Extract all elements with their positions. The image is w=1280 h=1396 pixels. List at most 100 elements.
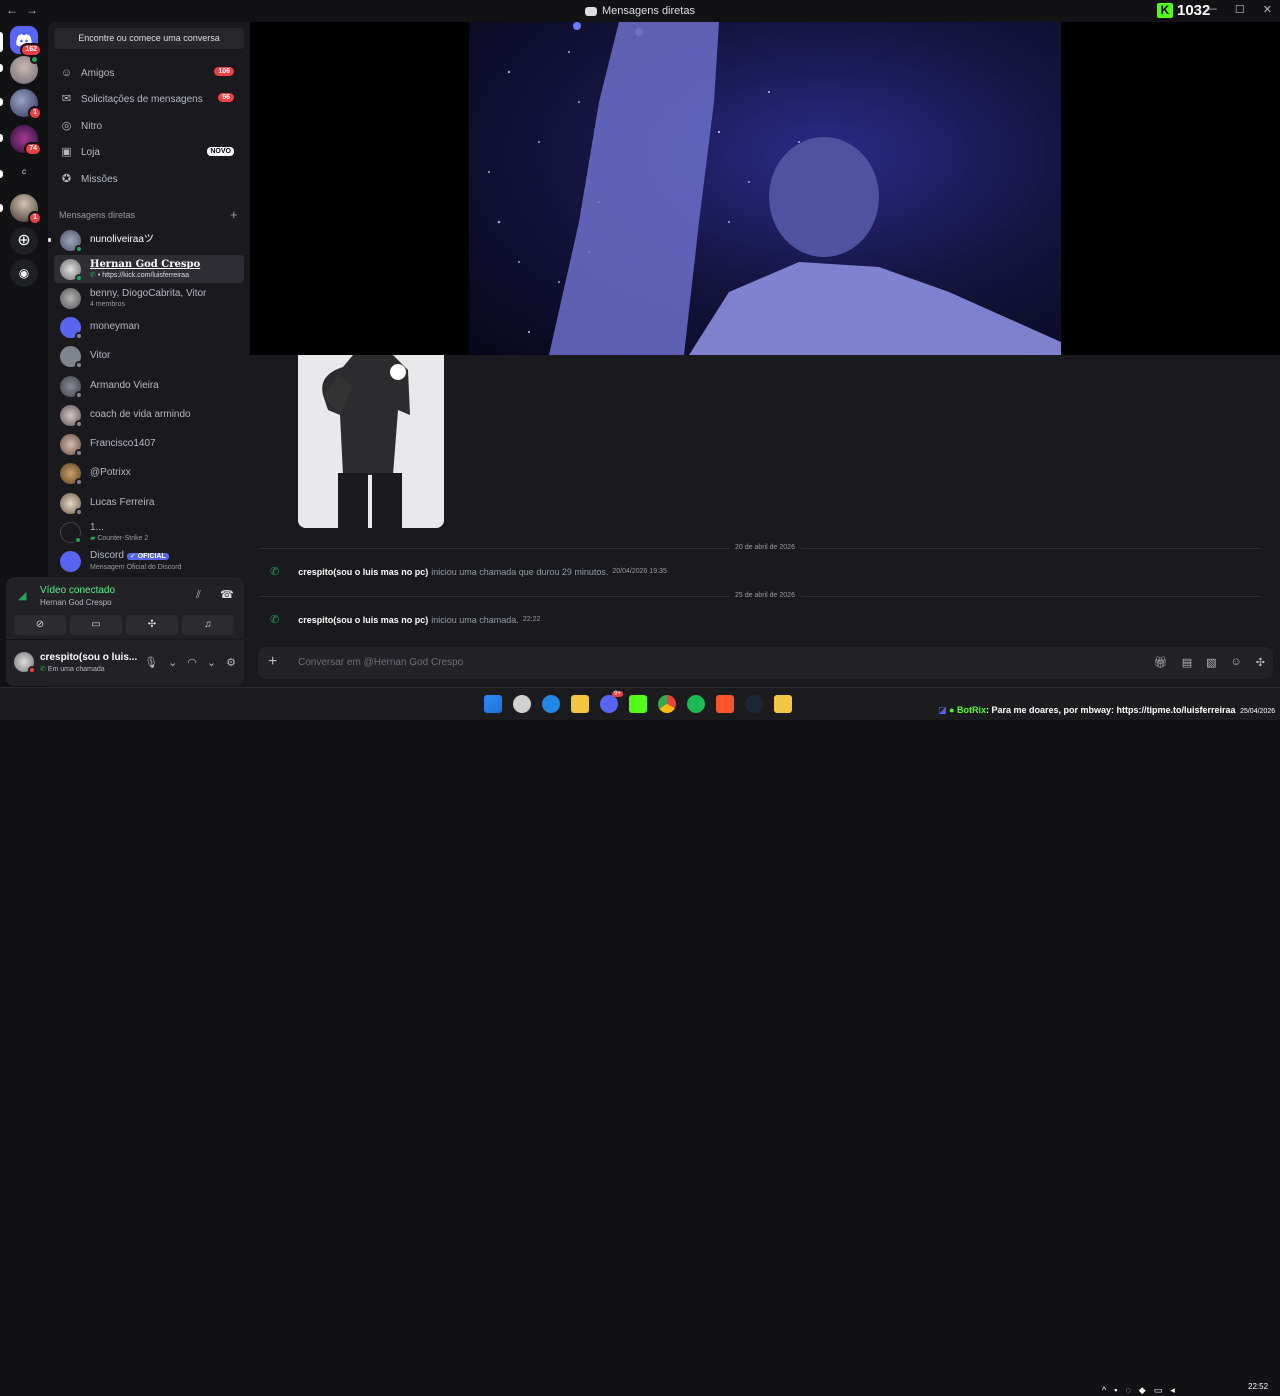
server-icon-4[interactable]: 74 [10,125,42,156]
discord-taskbar-icon[interactable]: 9+ [600,691,623,713]
server-icon-2[interactable] [10,55,39,84]
sticker-icon[interactable]: ▧ [1206,656,1216,669]
botrix-badge-icon: ◪ [938,705,947,715]
server-icon-3[interactable]: 1 [10,89,42,120]
gift-icon[interactable]: 🎁︎ [1154,656,1168,669]
discord-logo-icon [585,6,598,16]
image-attachment[interactable] [298,355,444,528]
nav-shop[interactable]: ▣ Loja NOVO [54,139,244,165]
dm-item[interactable]: Discord ✓ OFICIAL Mensagem Oficial do Dis… [54,547,244,575]
microphone-icon[interactable]: 🎙︎ [144,656,158,669]
dm-item[interactable]: Armando Vieira [54,372,244,400]
dm-item[interactable]: nunoliveiraaツ [48,226,244,254]
nav-message-requests[interactable]: ✉ Solicitações de mensagens 56 [54,86,244,112]
nav-nitro[interactable]: ◎ Nitro [54,113,244,139]
dm-item[interactable]: @Potrixx [54,459,244,487]
minimize-icon[interactable]: — [1206,3,1217,16]
nav-label: Missões [81,173,118,185]
message-input-placeholder[interactable]: Conversar em @Hernan God Crespo [298,657,463,668]
apps-icon[interactable]: ✣ [1256,656,1265,669]
status-online-icon [74,535,82,544]
activities-button[interactable]: ✣ [126,615,178,635]
status-offline-icon [75,419,83,428]
nav-friends[interactable]: ☺ Amigos 106 [54,60,244,86]
explore-servers-button[interactable]: ◉ [10,259,38,287]
avatar [60,521,82,544]
server-icon-6[interactable]: 1 [10,194,42,225]
dm-name: moneyman [90,321,140,332]
unread-dot [48,238,51,242]
app-icon[interactable] [774,695,792,713]
emoji-icon[interactable]: ☺ [1231,656,1242,669]
unread-indicator [0,134,3,142]
dm-item[interactable]: moneyman [54,313,244,341]
start-windows-icon[interactable] [484,695,502,713]
battery-icon[interactable]: ▭ [1154,1385,1163,1396]
dm-item[interactable]: Vitor [54,342,244,370]
steam-icon[interactable] [745,695,763,713]
shop-icon: ▣ [61,145,72,158]
kick-app-icon[interactable] [629,695,647,713]
dm-item[interactable]: coach de vida armindo [54,401,244,429]
soundboard-button[interactable]: ♫ [182,615,234,635]
headphones-icon[interactable]: ◠ [187,656,197,669]
requests-badge: 56 [218,93,234,102]
search-icon[interactable] [513,695,531,713]
server-icon-5[interactable]: c [10,158,38,186]
date-divider: 20 de abril de 2026 [250,544,1280,551]
tray-app-icon[interactable]: ▪ [1114,1385,1117,1396]
taskbar-clock[interactable]: 22:52 [1248,1381,1268,1392]
voice-channel[interactable]: Hernan God Crespo [40,598,112,607]
maximize-icon[interactable]: ☐ [1235,3,1245,16]
date-label: 25 de abril de 2026 [729,592,801,599]
avatar [60,375,83,399]
chevron-down-icon[interactable]: ⌄ [168,656,177,669]
screen-share-button[interactable]: ▭ [70,615,122,635]
dm-item-selected[interactable]: Hernan God Crespo ✆ • https://kick.com/l… [54,255,244,283]
message-author[interactable]: crespito(sou o luis mas no pc) [298,615,428,625]
botrix-name: BotRix [956,705,986,715]
file-explorer-icon[interactable] [571,695,589,713]
status-offline-icon [75,448,83,457]
add-server-button[interactable]: ⊕ [10,227,38,255]
video-call-area[interactable] [250,22,1280,355]
system-tray: ^ ▪ ◌ ◆ ▭ ◂ [1102,1385,1175,1396]
mic-icon[interactable]: ◆ [1139,1385,1146,1396]
nav-quests[interactable]: ✪ Missões [54,166,244,192]
video-feed[interactable] [469,22,1061,355]
dm-item[interactable]: benny, DiogoCabrita, Vitor 4 membros [54,284,244,312]
gif-icon[interactable]: ▤ [1182,656,1192,669]
create-dm-plus-icon[interactable]: + [230,207,238,222]
brave-icon[interactable] [716,695,734,713]
dm-item[interactable]: 1... ▰ Counter-Strike 2 [54,518,244,546]
status-online-icon [75,244,83,253]
find-conversation-button[interactable]: Encontre ou comece uma conversa [54,28,244,49]
message-author[interactable]: crespito(sou o luis mas no pc) [298,567,428,577]
volume-icon[interactable]: ◂ [1170,1385,1175,1396]
dm-item[interactable]: Lucas Ferreira [54,489,244,517]
user-avatar[interactable] [14,652,36,674]
wifi-icon[interactable]: ◌ [1125,1385,1130,1396]
upload-plus-icon[interactable]: + [268,653,277,671]
chrome-icon[interactable] [658,695,676,713]
dm-sub: Mensagem Oficial do Discord [90,564,182,571]
edge-browser-icon[interactable] [542,695,560,713]
noise-suppression-icon[interactable]: ⫽ [196,589,201,602]
default-avatar [60,316,83,340]
unread-indicator [0,204,3,212]
chevron-up-icon[interactable]: ^ [1102,1385,1106,1396]
friends-badge: 106 [214,67,234,76]
close-icon[interactable]: ✕ [1263,3,1272,16]
disconnect-icon[interactable]: ☎ [220,588,234,601]
chevron-down-icon[interactable]: ⌄ [207,656,216,669]
dm-name: Hernan God Crespo [90,258,201,270]
home-dm-button[interactable]: 162 [10,26,42,57]
spotify-icon[interactable] [687,695,705,713]
message-composer[interactable]: + Conversar em @Hernan God Crespo 🎁︎ ▤ ▧… [258,647,1273,679]
camera-off-button[interactable]: ⊘ [14,615,66,635]
status-dnd-icon [28,666,36,674]
settings-gear-icon[interactable]: ⚙ [226,656,236,669]
dm-item[interactable]: Francisco1407 [54,430,244,458]
username[interactable]: crespito(sou o luis... [40,652,137,663]
status-offline-icon [75,477,83,486]
